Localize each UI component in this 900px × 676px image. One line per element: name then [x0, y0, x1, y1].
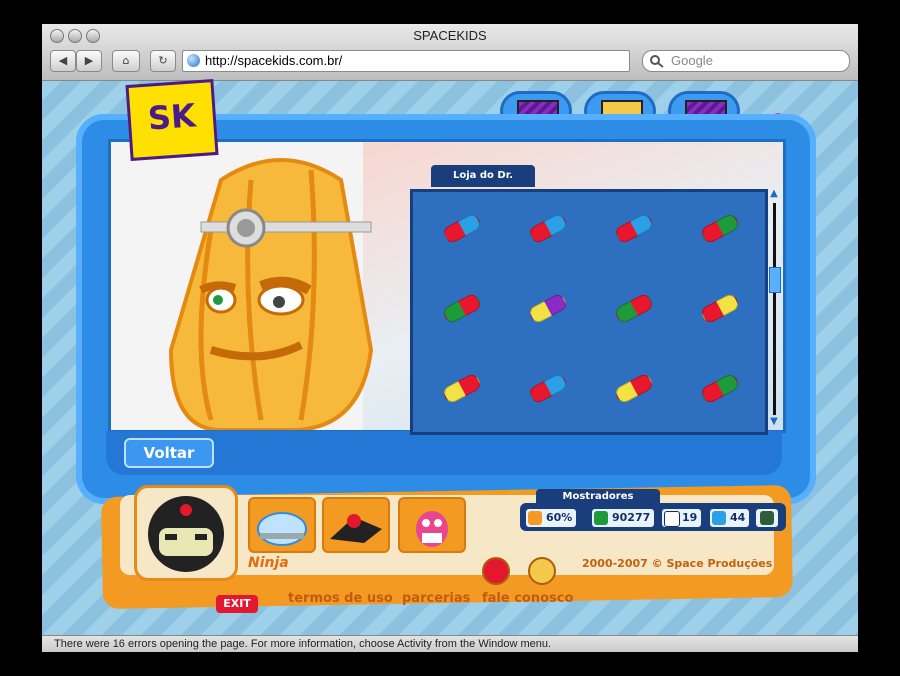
copyright-text: 2000-2007 © Space Produções — [582, 557, 773, 570]
item-slot-2[interactable] — [322, 497, 390, 553]
search-placeholder: Google — [671, 53, 713, 68]
url-text: http://spacekids.com.br/ — [205, 53, 343, 68]
robot-face-icon[interactable] — [528, 557, 556, 585]
address-bar[interactable]: http://spacekids.com.br/ — [182, 50, 630, 72]
pill-item[interactable] — [613, 292, 655, 325]
ninja-avatar[interactable] — [134, 485, 238, 581]
envelope-icon — [664, 511, 680, 527]
search-field[interactable]: Google — [642, 50, 850, 72]
scroll-up-arrow[interactable]: ▲ — [768, 189, 780, 199]
scroll-track[interactable] — [773, 203, 776, 415]
money-value: 90277 — [612, 511, 651, 524]
pill-item[interactable] — [441, 212, 483, 245]
bag-icon[interactable] — [482, 557, 510, 585]
friends-indicator[interactable]: 44 — [710, 509, 750, 527]
status-bar: There were 16 errors opening the page. F… — [42, 635, 858, 652]
energy-gauge-icon — [528, 511, 542, 525]
money-icon — [594, 511, 608, 525]
reload-button[interactable]: ↻ — [150, 50, 176, 72]
pill-item[interactable] — [527, 372, 569, 405]
back-button[interactable]: ◀ — [50, 50, 76, 72]
item-slot-3[interactable] — [398, 497, 466, 553]
pill-item[interactable] — [613, 212, 655, 245]
spacekids-logo[interactable]: SK — [125, 79, 219, 161]
shop-title: Loja do Dr. Mammon — [431, 165, 535, 203]
scroll-thumb[interactable] — [769, 267, 781, 293]
friends-value: 44 — [730, 511, 746, 524]
pill-item[interactable] — [527, 292, 569, 325]
exit-button[interactable]: EXIT — [216, 595, 258, 613]
pill-item[interactable] — [441, 292, 483, 325]
scroll-down-arrow[interactable]: ▼ — [768, 417, 780, 427]
page-content: ? Voltar SK Loja do Dr. Mammon — [42, 79, 858, 635]
monitor-icon — [760, 511, 774, 525]
pink-creature-icon — [416, 511, 448, 547]
title-bar: SPACEKIDS ◀ ▶ ⌂ ↻ http://spacekids.com.b… — [42, 24, 858, 81]
screen-indicator[interactable] — [756, 509, 778, 527]
contact-link[interactable]: fale conosco — [482, 591, 573, 606]
character-name: Ninja — [248, 555, 289, 571]
dr-mammon-character — [168, 158, 374, 430]
pill-item[interactable] — [613, 372, 655, 405]
pill-item[interactable] — [527, 212, 569, 245]
friends-icon — [712, 511, 726, 525]
bird-vehicle-icon — [330, 514, 382, 543]
globe-icon — [187, 54, 200, 67]
indicators-panel: 60% 90277 19 44 — [520, 503, 786, 531]
pill-item[interactable] — [699, 292, 741, 325]
terms-link[interactable]: termos de uso — [288, 591, 393, 606]
window-title: SPACEKIDS — [413, 28, 487, 43]
shop-scrollbar[interactable]: ▲ ▼ — [768, 189, 781, 429]
home-button[interactable]: ⌂ — [112, 50, 140, 72]
energy-value: 60% — [546, 511, 573, 524]
pill-item[interactable] — [441, 372, 483, 405]
messages-value: 19 — [682, 511, 698, 524]
browser-window: SPACEKIDS ◀ ▶ ⌂ ↻ http://spacekids.com.b… — [42, 24, 858, 652]
voltar-button[interactable]: Voltar — [124, 438, 214, 468]
search-icon — [650, 55, 664, 68]
money-indicator: 90277 — [592, 509, 655, 527]
energy-indicator: 60% — [526, 509, 577, 527]
pill-item[interactable] — [699, 372, 741, 405]
item-slot-1[interactable] — [248, 497, 316, 553]
partners-link[interactable]: parcerias — [402, 591, 470, 606]
pill-item[interactable] — [699, 212, 741, 245]
messages-indicator[interactable]: 19 — [662, 509, 702, 527]
shop-panel — [410, 189, 768, 435]
ninja-helmet-icon — [148, 496, 224, 572]
dome-helmet-icon — [257, 512, 307, 546]
forward-button[interactable]: ▶ — [76, 50, 102, 72]
